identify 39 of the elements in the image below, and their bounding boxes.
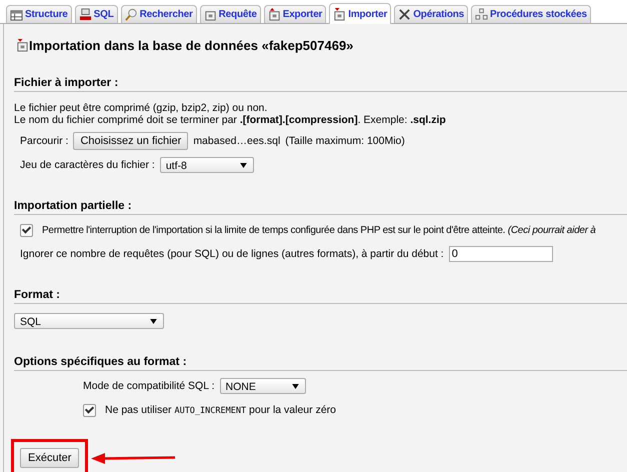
page-title: Importation dans la base de données «fakep507469» xyxy=(14,24,627,53)
format-dropdown[interactable]: SQL xyxy=(14,313,164,329)
tools-icon xyxy=(398,8,412,21)
section-heading: Fichier à importer : xyxy=(14,77,627,92)
tab[interactable]: Requête xyxy=(200,5,261,23)
cubes-icon xyxy=(475,8,488,21)
checkbox-label: Ne pas utiliser AUTO_INCREMENT pour la valeur zéro xyxy=(105,404,336,416)
section-heading: Importation partielle : xyxy=(14,200,627,215)
charset-label: Jeu de caractères du fichier : xyxy=(20,159,155,171)
max-size-text: (Taille maximum: 100Mio) xyxy=(285,135,405,147)
caret-icon xyxy=(240,163,247,168)
search-icon xyxy=(124,8,138,21)
skip-label: Ignorer ce nombre de requêtes (pour SQL) ou de lignes (autres formats), à partir du début : xyxy=(20,248,444,260)
checkbox[interactable] xyxy=(83,404,96,416)
sql-icon xyxy=(78,8,92,21)
tab[interactable]: Opérations xyxy=(394,5,468,23)
table-icon xyxy=(10,8,23,21)
file-name: mabased…ees.sql xyxy=(193,135,280,147)
compat-mode-dropdown[interactable]: NONE xyxy=(220,378,306,394)
tab[interactable]: Procédures stockées xyxy=(471,5,591,23)
browse-label: Parcourir : xyxy=(20,135,68,147)
checkbox-label: Permettre l'interruption de l'importation si la limite de temps configurée dans PHP est sur le point d'être atteinte. (Ceci pourrait aider à xyxy=(42,224,596,236)
execute-button[interactable]: Exécuter xyxy=(20,448,80,468)
tab[interactable]: Importer xyxy=(329,3,392,24)
caret-icon xyxy=(292,384,299,389)
tab[interactable]: Structure xyxy=(6,5,72,23)
choose-file-button[interactable]: Choisissez un fichier xyxy=(73,132,188,150)
section-heading: Format : xyxy=(14,289,627,304)
note-text: Le nom du fichier comprimé doit se terminer par .[format].[compression]. Exemple: .sql.zip xyxy=(14,114,447,126)
tab[interactable]: SQL xyxy=(74,5,118,23)
charset-dropdown[interactable]: utf-8 xyxy=(160,157,254,173)
checkbox[interactable] xyxy=(20,224,33,236)
tab[interactable]: Exporter xyxy=(264,5,326,23)
caret-icon xyxy=(150,319,157,324)
tab[interactable]: Rechercher xyxy=(120,5,197,23)
section-heading: Options spécifiques au format : xyxy=(14,356,627,371)
compat-mode-label: Mode de compatibilité SQL : xyxy=(83,380,215,392)
note-text: Le fichier peut être comprimé (gzip, bzip2, zip) ou non. xyxy=(14,102,268,114)
skip-count-field[interactable]: 0 xyxy=(448,246,553,262)
